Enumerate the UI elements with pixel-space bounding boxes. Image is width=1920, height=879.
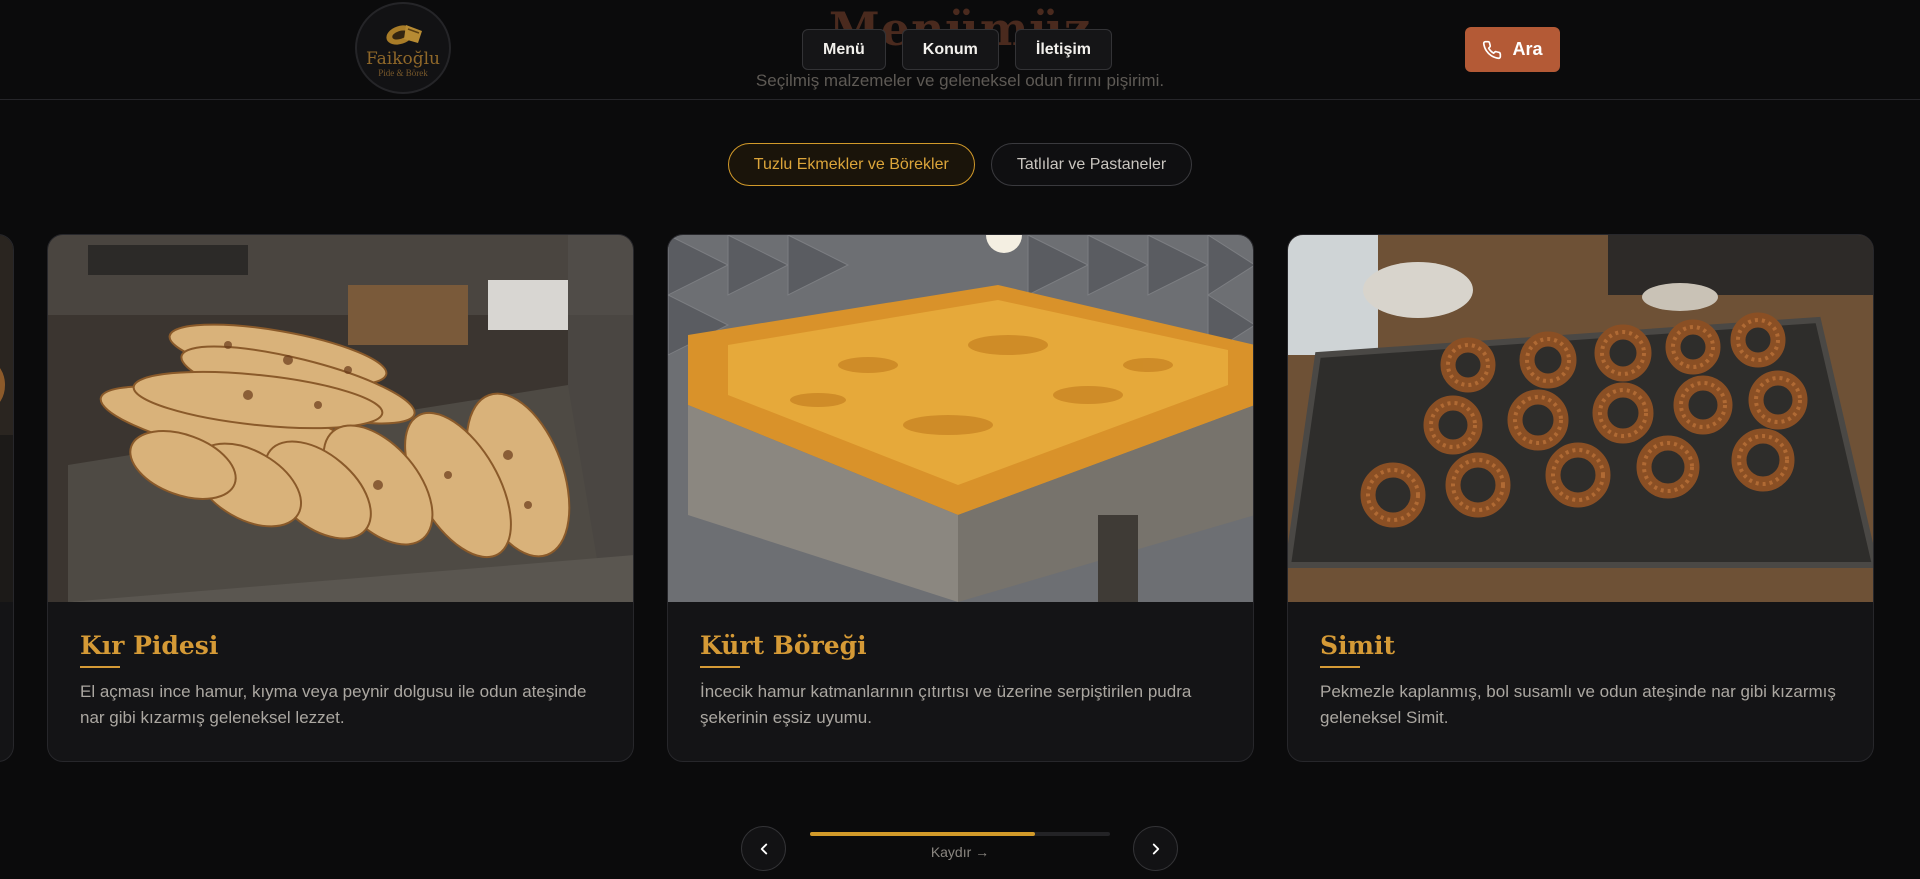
tab-savory[interactable]: Tuzlu Ekmekler ve Börekler [727, 143, 975, 186]
title-underline [1320, 666, 1360, 668]
menu-card-kurt-boregi[interactable]: Kürt Böreği İncecik hamur katmanlarının … [667, 234, 1254, 762]
kir-pidesi-image [48, 235, 633, 602]
category-tabs: Tuzlu Ekmekler ve Börekler Tatlılar ve P… [0, 143, 1920, 186]
tab-desserts[interactable]: Tatlılar ve Pastaneler [990, 143, 1193, 186]
scroll-hint: Kaydır → [930, 844, 990, 860]
simit-image [1288, 235, 1873, 602]
title-underline [80, 666, 120, 668]
nav-contact-button[interactable]: İletişim [1014, 29, 1113, 70]
carousel-progress-fill [810, 832, 1035, 836]
carousel-controls: Kaydır → [0, 826, 1920, 871]
site-header: Menümüz Seçilmiş malzemeler ve gelenekse… [0, 0, 1920, 100]
chevron-right-icon [1152, 843, 1159, 854]
title-underline [700, 666, 740, 668]
call-button[interactable]: Ara [1465, 27, 1560, 72]
card-title: Kır Pidesi [80, 631, 219, 660]
kurt-boregi-image [668, 235, 1253, 602]
card-description: Pekmezle kaplanmış, bol susamlı ve odun … [1320, 682, 1836, 727]
section-subtitle: Seçilmiş malzemeler ve geleneksel odun f… [755, 71, 1165, 90]
logo-title: Faikoğlu [365, 48, 441, 69]
menu-card-simit[interactable]: Simit Pekmezle kaplanmış, bol susamlı ve… [1287, 234, 1874, 762]
carousel-progress [810, 832, 1110, 836]
main-nav: Menü Konum İletişim [802, 29, 1113, 70]
nav-location-button[interactable]: Konum [901, 29, 999, 70]
logo-subtitle: Pide & Börek [378, 67, 428, 78]
phone-icon [1483, 40, 1502, 59]
card-description: El açması ince hamur, kıyma veya peynir … [80, 682, 587, 727]
carousel-next-button[interactable] [1133, 826, 1178, 871]
partial-card-image [0, 235, 13, 602]
menu-card-kir-pidesi[interactable]: Kır Pidesi El açması ince hamur, kıyma v… [47, 234, 634, 762]
partial-card[interactable] [0, 234, 14, 762]
nav-menu-button[interactable]: Menü [802, 29, 886, 70]
call-button-label: Ara [1512, 39, 1543, 59]
card-title: Simit [1320, 631, 1396, 660]
card-title: Kürt Böreği [700, 631, 867, 660]
card-description: İncecik hamur katmanlarının çıtırtısı ve… [700, 682, 1192, 727]
bread-logo-icon [386, 24, 422, 45]
logo[interactable]: Faikoğlu Pide & Börek [355, 2, 451, 94]
